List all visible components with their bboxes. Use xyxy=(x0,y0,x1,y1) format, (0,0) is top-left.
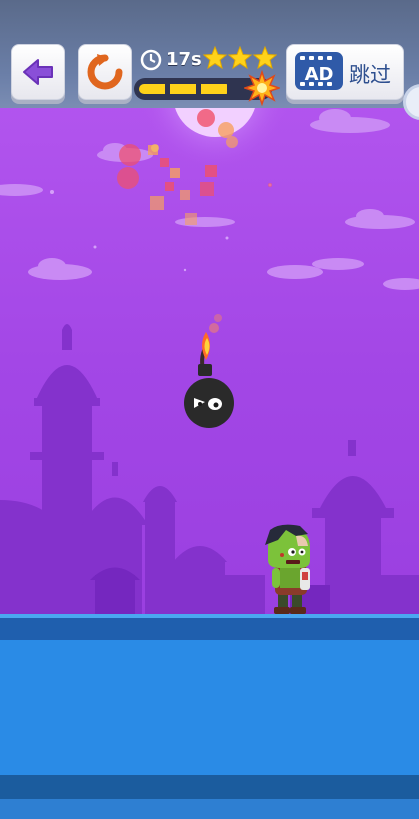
star-icon xyxy=(203,46,228,70)
ground-base xyxy=(0,799,419,819)
progress-fill xyxy=(139,84,231,94)
ad-icon: AD xyxy=(295,52,343,90)
clock-icon xyxy=(140,49,162,71)
ad-badge-label: AD xyxy=(304,64,334,85)
star-icon xyxy=(252,46,277,70)
restart-button[interactable] xyxy=(78,44,132,100)
star-rating xyxy=(203,46,277,70)
ground-highlight xyxy=(0,614,419,618)
skip-label: 跳过 xyxy=(349,63,391,87)
back-arrow-icon xyxy=(23,59,53,85)
ground-platform xyxy=(0,640,419,775)
star-icon xyxy=(227,46,253,70)
explosion-icon xyxy=(244,70,280,106)
skip-ad-button[interactable]: AD 跳过 xyxy=(286,44,404,100)
level-progress-bar xyxy=(134,70,280,106)
back-button[interactable] xyxy=(11,44,65,100)
ground-shadow xyxy=(0,775,419,799)
restart-icon xyxy=(87,54,123,90)
timer-value: 17s xyxy=(166,49,202,70)
